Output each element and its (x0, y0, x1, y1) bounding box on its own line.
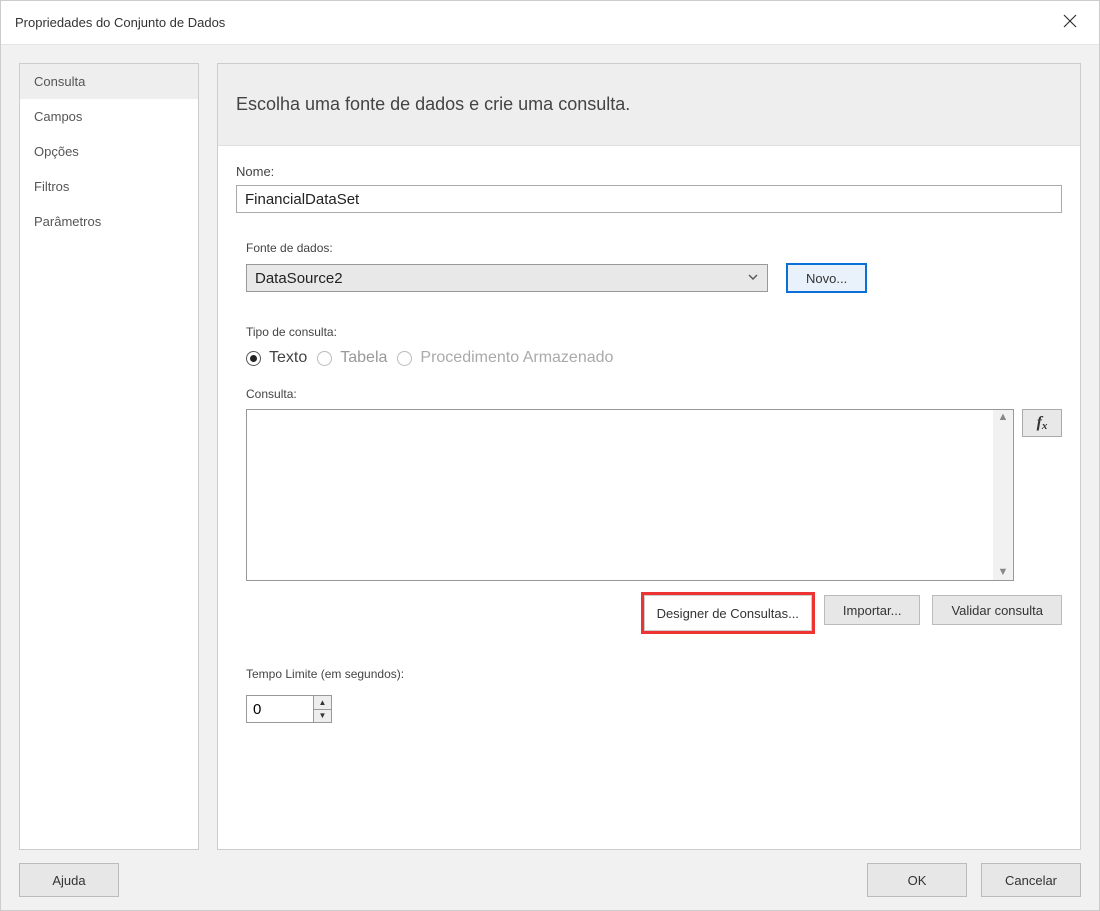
close-button[interactable] (1055, 14, 1085, 31)
fx-icon-sub: x (1042, 420, 1048, 432)
main-content: Nome: Fonte de dados: DataSource2 Novo..… (218, 146, 1080, 849)
name-input[interactable] (236, 185, 1062, 213)
sidebar-item-filtros[interactable]: Filtros (20, 169, 198, 204)
main-heading: Escolha uma fonte de dados e crie uma co… (218, 64, 1080, 146)
radio-icon (397, 351, 412, 366)
sidebar-item-parametros[interactable]: Parâmetros (20, 204, 198, 239)
radio-sp-label: Procedimento Armazenado (420, 349, 613, 367)
name-label: Nome: (236, 164, 1062, 179)
query-textarea[interactable]: ▲ ▼ (246, 409, 1014, 581)
help-button[interactable]: Ajuda (19, 863, 119, 897)
chevron-down-icon (747, 270, 759, 287)
close-icon (1063, 14, 1077, 28)
radio-texto-label: Texto (269, 349, 307, 367)
datasource-label: Fonte de dados: (246, 241, 1062, 255)
query-label: Consulta: (246, 387, 1062, 401)
radio-tabela[interactable]: Tabela (317, 349, 387, 367)
scrollbar[interactable]: ▲ ▼ (993, 410, 1013, 580)
import-button[interactable]: Importar... (824, 595, 921, 625)
datasource-value: DataSource2 (255, 270, 343, 287)
validate-query-button[interactable]: Validar consulta (932, 595, 1062, 625)
sidebar-item-campos[interactable]: Campos (20, 99, 198, 134)
query-designer-button[interactable]: Designer de Consultas... (644, 595, 812, 631)
query-action-row: Designer de Consultas... Importar... Val… (246, 595, 1062, 631)
spinner-up-button[interactable]: ▲ (314, 696, 331, 710)
scroll-down-icon: ▼ (998, 567, 1009, 578)
footer: Ajuda OK Cancelar (1, 850, 1099, 910)
timeout-input[interactable] (247, 696, 313, 722)
spinner-down-button[interactable]: ▼ (314, 710, 331, 723)
new-datasource-button[interactable]: Novo... (786, 263, 867, 293)
dialog-window: Propriedades do Conjunto de Dados Consul… (0, 0, 1100, 911)
expression-button[interactable]: fx (1022, 409, 1062, 437)
timeout-spinner[interactable]: ▲ ▼ (246, 695, 332, 723)
radio-texto[interactable]: Texto (246, 349, 307, 367)
main-panel: Escolha uma fonte de dados e crie uma co… (217, 63, 1081, 850)
titlebar: Propriedades do Conjunto de Dados (1, 1, 1099, 45)
scroll-up-icon: ▲ (998, 412, 1009, 423)
cancel-button[interactable]: Cancelar (981, 863, 1081, 897)
sidebar-item-consulta[interactable]: Consulta (20, 64, 198, 99)
sidebar-item-opcoes[interactable]: Opções (20, 134, 198, 169)
timeout-label: Tempo Limite (em segundos): (246, 667, 1062, 681)
window-title: Propriedades do Conjunto de Dados (15, 15, 1055, 30)
querytype-label: Tipo de consulta: (246, 325, 1062, 339)
radio-sp[interactable]: Procedimento Armazenado (397, 349, 613, 367)
radio-tabela-label: Tabela (340, 349, 387, 367)
sidebar: Consulta Campos Opções Filtros Parâmetro… (19, 63, 199, 850)
radio-icon (317, 351, 332, 366)
querytype-radio-group: Texto Tabela Procedimento Armazenado (246, 349, 1062, 367)
radio-icon (246, 351, 261, 366)
datasource-select[interactable]: DataSource2 (246, 264, 768, 292)
ok-button[interactable]: OK (867, 863, 967, 897)
body-area: Consulta Campos Opções Filtros Parâmetro… (1, 45, 1099, 850)
